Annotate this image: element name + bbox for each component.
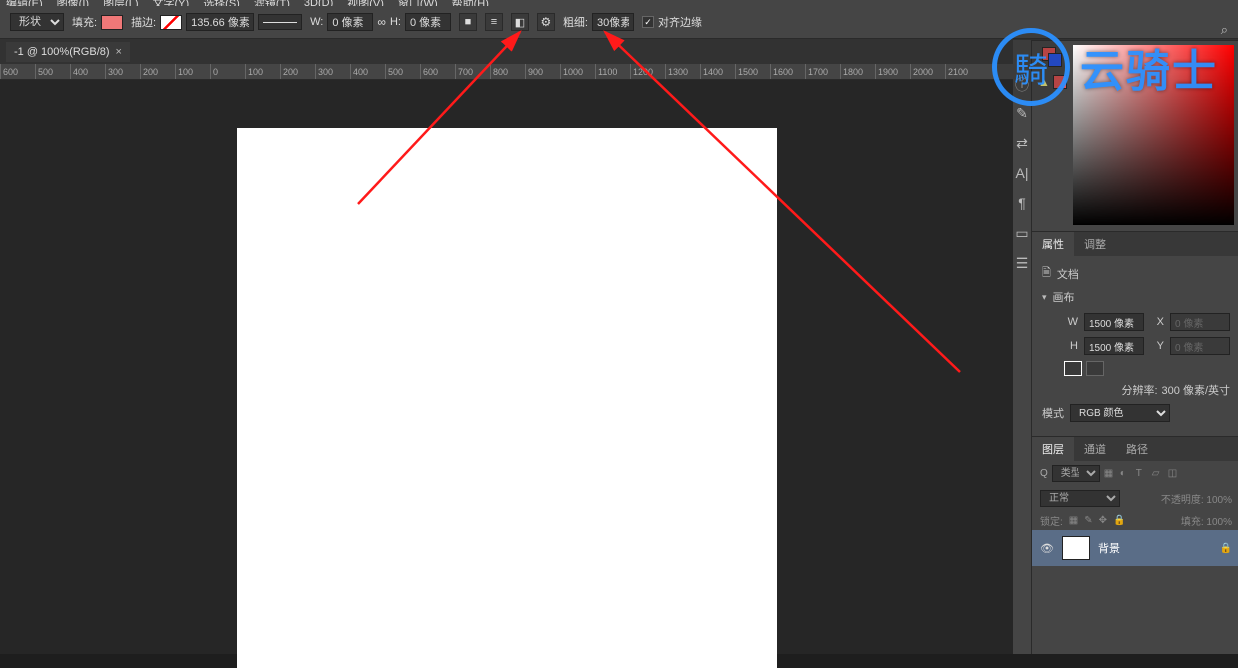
arrange-icon[interactable]: ◧: [511, 13, 529, 31]
menu-edit[interactable]: 编辑(E): [6, 0, 43, 6]
tab-paths[interactable]: 路径: [1116, 437, 1158, 461]
menu-image[interactable]: 图像(I): [57, 0, 89, 6]
height-label: H:: [390, 16, 401, 28]
align-edges-checkbox[interactable]: [642, 16, 654, 28]
menu-layer[interactable]: 图层(L): [103, 0, 138, 6]
layer-item-background[interactable]: 背景: [1032, 530, 1238, 566]
visibility-icon[interactable]: [1040, 542, 1054, 555]
resolution-value: 300 像素/英寸: [1162, 382, 1230, 398]
brush-settings-icon[interactable]: ✎: [1013, 105, 1031, 123]
height-input[interactable]: [405, 13, 451, 31]
filter-shape-icon[interactable]: ▱: [1152, 468, 1164, 480]
color-mode-select[interactable]: RGB 颜色: [1070, 404, 1170, 422]
gear-icon[interactable]: [537, 13, 555, 31]
prop-w-label: W: [1064, 316, 1078, 328]
canvas-x-input: [1170, 313, 1230, 331]
layers-panel: 图层 通道 路径 Q类型 ▦ ◐ T ▱ ◫ 正常 不透明度: 100% 锁定:…: [1032, 436, 1238, 566]
filter-adjust-icon[interactable]: ◐: [1120, 468, 1132, 480]
blend-mode-select[interactable]: 正常: [1040, 490, 1120, 507]
layer-fill-label: 填充:: [1181, 517, 1204, 528]
paragraph-icon[interactable]: ¶: [1013, 195, 1031, 213]
library-icon[interactable]: ▭: [1013, 225, 1031, 243]
thickness-input[interactable]: [592, 13, 634, 31]
color-picker-field[interactable]: [1073, 45, 1234, 225]
ruler-horizontal: 6005004003002001000100200300400500600700…: [0, 64, 1013, 80]
close-icon[interactable]: ×: [116, 46, 122, 58]
search-icon[interactable]: [1221, 22, 1228, 38]
properties-doc-label: 文档: [1057, 266, 1079, 282]
collapsed-panel-icons: ⓘ ✎ ⇄ A| ¶ ▭ ☰: [1013, 40, 1032, 654]
properties-panel: 属性 调整 🗎文档 画布 W X H Y 分辨率: [1032, 231, 1238, 436]
layer-thumbnail[interactable]: [1062, 536, 1090, 560]
document-icon: 🗎: [1042, 264, 1051, 283]
current-color-swatch[interactable]: [1053, 75, 1067, 89]
align-icon[interactable]: ≡: [485, 13, 503, 31]
stroke-swatch[interactable]: [160, 15, 182, 30]
menu-view[interactable]: 视图(V): [347, 0, 384, 6]
width-input[interactable]: [327, 13, 373, 31]
canvas-document[interactable]: [237, 128, 777, 668]
filter-smart-icon[interactable]: ◫: [1168, 468, 1180, 480]
fg-bg-swatch[interactable]: [1042, 47, 1062, 67]
notes-icon[interactable]: ☰: [1013, 255, 1031, 273]
tab-adjustments[interactable]: 调整: [1074, 232, 1116, 256]
canvas-height-input[interactable]: [1084, 337, 1144, 355]
orientation-portrait-button[interactable]: [1064, 361, 1082, 376]
opacity-value: 100%: [1206, 495, 1232, 506]
lock-brush-icon[interactable]: ✎: [1084, 515, 1092, 526]
canvas-area[interactable]: [0, 80, 1013, 654]
width-label: W:: [310, 16, 323, 28]
lock-transparent-icon[interactable]: ▦: [1069, 515, 1078, 526]
orientation-landscape-button[interactable]: [1086, 361, 1104, 376]
tab-properties[interactable]: 属性: [1032, 232, 1074, 256]
path-ops-icon[interactable]: ■: [459, 13, 477, 31]
document-tab[interactable]: -1 @ 100%(RGB/8) ×: [6, 42, 130, 62]
align-edges-label: 对齐边缘: [658, 14, 702, 30]
right-panels: ⓘ ✎ ⇄ A| ¶ ▭ ☰ ▲ 属性 调整 🗎 文档 画布: [1013, 40, 1238, 654]
thickness-label: 粗细:: [563, 14, 588, 30]
resolution-label: 分辨率:: [1121, 382, 1157, 398]
tab-layers[interactable]: 图层: [1032, 437, 1074, 461]
adjustments-icon[interactable]: ⇄: [1013, 135, 1031, 153]
layer-fill-value: 100%: [1206, 517, 1232, 528]
opacity-label: 不透明度:: [1161, 495, 1204, 506]
menu-filter[interactable]: 滤镜(T): [254, 0, 290, 6]
fill-label: 填充:: [72, 14, 97, 30]
menu-help[interactable]: 帮助(H): [452, 0, 489, 6]
lock-all-icon[interactable]: 🔒: [1113, 515, 1125, 526]
menu-window[interactable]: 窗口(W): [398, 0, 438, 6]
mode-label: 模式: [1042, 405, 1064, 421]
prop-h-label: H: [1064, 340, 1078, 352]
link-wh-icon[interactable]: [377, 15, 386, 29]
canvas-y-input: [1170, 337, 1230, 355]
lock-label: 锁定:: [1040, 513, 1063, 528]
properties-canvas-label: 画布: [1053, 289, 1075, 305]
stroke-width-input[interactable]: [186, 13, 254, 31]
prop-y-label: Y: [1150, 340, 1164, 352]
prop-x-label: X: [1150, 316, 1164, 328]
filter-type-icon[interactable]: T: [1136, 468, 1148, 480]
menu-3d[interactable]: 3D(D): [304, 0, 333, 6]
character-icon[interactable]: A|: [1013, 165, 1031, 183]
lock-position-icon[interactable]: ✥: [1099, 515, 1107, 526]
stroke-label: 描边:: [131, 14, 156, 30]
document-tab-title: -1 @ 100%(RGB/8): [14, 46, 110, 58]
fill-swatch[interactable]: [101, 15, 123, 30]
info-icon[interactable]: ⓘ: [1013, 75, 1031, 93]
layer-filter-type[interactable]: 类型: [1052, 465, 1100, 482]
lock-icon: [1220, 542, 1232, 554]
options-bar: 形状 填充: 描边: W: H: ■ ≡ ◧ 粗细: 对齐边缘: [0, 6, 1238, 39]
tab-channels[interactable]: 通道: [1074, 437, 1116, 461]
layer-name: 背景: [1098, 540, 1120, 556]
color-panel: ▲: [1032, 40, 1238, 231]
workspace: 6005004003002001000100200300400500600700…: [0, 64, 1013, 654]
menu-type[interactable]: 文字(Y): [153, 0, 190, 6]
canvas-width-input[interactable]: [1084, 313, 1144, 331]
shape-mode-select[interactable]: 形状: [10, 13, 64, 31]
stroke-style-select[interactable]: [258, 14, 302, 30]
menu-select[interactable]: 选择(S): [203, 0, 240, 6]
filter-pixel-icon[interactable]: ▦: [1104, 468, 1116, 480]
gamut-warning-icon: ▲: [1038, 75, 1050, 89]
